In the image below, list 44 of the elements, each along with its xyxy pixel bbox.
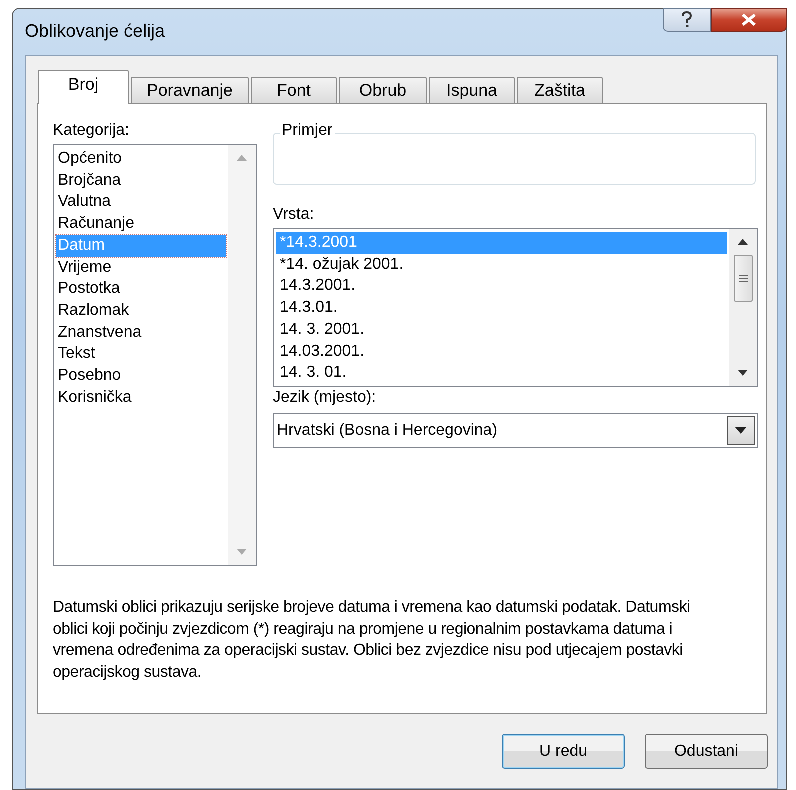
list-item[interactable]: Brojčana (56, 170, 226, 192)
scroll-up-icon[interactable] (738, 239, 748, 245)
category-list[interactable]: Općenito Brojčana Valutna Računanje Datum Vrijeme Postotka Razlomak Znanstvena Tekst Posebno Korisnička (53, 144, 257, 566)
list-item[interactable]: 14. 3. 01. (276, 362, 727, 384)
list-item[interactable]: Korisnička (56, 386, 226, 408)
locale-dropdown[interactable]: Hrvatski (Bosna i Hercegovina) (273, 413, 758, 448)
type-label: Vrsta: (273, 206, 314, 224)
tab[interactable]: Font (251, 77, 337, 103)
grip-icon (738, 274, 748, 283)
dialog-button[interactable]: Odustani (645, 734, 768, 769)
window-title: Oblikovanje ćelija (25, 20, 166, 42)
list-item[interactable]: 14.3.01. (276, 297, 727, 319)
list-item[interactable]: 14. 3. 2001. (276, 318, 727, 341)
question-mark-icon (680, 11, 694, 29)
dropdown-arrow-icon (735, 427, 747, 434)
tab[interactable]: Broj (38, 70, 129, 104)
locale-label: Jezik (mjesto): (273, 389, 376, 407)
list-item[interactable]: Vrijeme (56, 256, 226, 278)
scrollbar[interactable] (729, 229, 757, 386)
list-item[interactable]: Postotka (56, 278, 226, 300)
list-item[interactable]: Tekst (56, 343, 226, 366)
list-item[interactable]: Posebno (56, 365, 226, 387)
tab[interactable]: Obrub (339, 77, 427, 103)
list-item[interactable]: Općenito (56, 148, 226, 170)
tab[interactable]: Poravnanje (131, 77, 249, 103)
list-item[interactable]: Računanje (56, 213, 226, 235)
list-item[interactable]: 14.03.2001. (276, 340, 727, 362)
tab[interactable]: Zaštita (517, 77, 603, 103)
type-list[interactable]: *14.3.2001 *14. ožujak 2001. 14.3.2001. 14.3.01. 14. 3. 2001. 14.03.2001. 14. 3. 01. (273, 228, 758, 387)
list-item[interactable]: 14.3.2001. (276, 275, 727, 298)
scroll-down-icon[interactable] (738, 370, 748, 376)
list-item[interactable]: *14. ožujak 2001. (276, 254, 727, 276)
dialog-button[interactable]: U redu (502, 734, 625, 769)
list-item[interactable]: Razlomak (56, 300, 226, 322)
scroll-thumb[interactable] (734, 255, 752, 302)
close-icon (740, 13, 758, 27)
category-label: Kategorija: (53, 122, 130, 140)
description-text: Datumski oblici prikazuju serijske brojeve datuma i vremena kao datumski podatak. Datumski oblici koji počinju zvjezdicom (*) reagiraju na promjene u regionalnim postavkama datuma i vremena određenima za operacijski sustav. Oblici bez zvjezdice nisu pod utjecajem postavki operacijskog sustava. (53, 598, 692, 682)
tab[interactable]: Ispuna (429, 77, 515, 103)
sample-label: Primjer (280, 121, 335, 141)
list-item[interactable]: Valutna (56, 191, 226, 214)
close-button[interactable] (711, 8, 787, 32)
list-item[interactable]: Znanstvena (56, 322, 226, 344)
help-button[interactable] (663, 8, 711, 32)
